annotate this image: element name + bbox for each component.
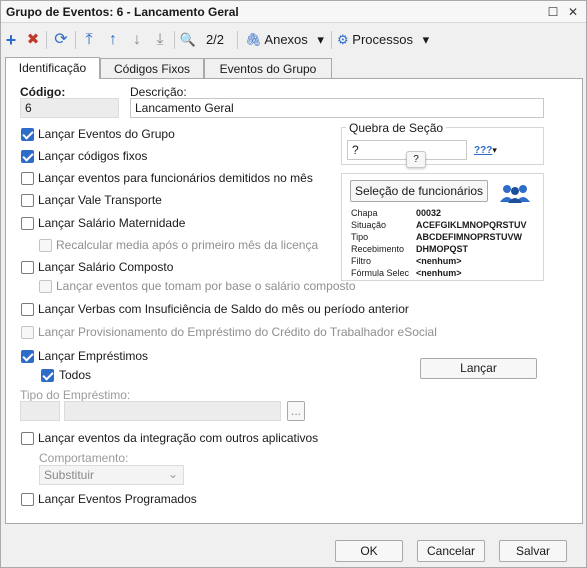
lancar-button[interactable]: Lançar — [420, 358, 537, 379]
tipo-emprestimo-code-field[interactable] — [20, 401, 60, 421]
lancar-integracao-checkbox[interactable] — [21, 432, 34, 445]
selecao-key-situacao: Situação — [351, 220, 387, 230]
tab-codigos-fixos[interactable]: Códigos Fixos — [100, 58, 204, 79]
lancar-demitidos-checkbox[interactable] — [21, 172, 34, 185]
lancar-eventos-grupo-label: Lançar Eventos do Grupo — [38, 127, 175, 141]
gear-icon: ⚙ — [337, 32, 349, 47]
selecao-key-recebimento: Recebimento — [351, 244, 405, 254]
lancar-codigos-fixos-checkbox[interactable] — [21, 150, 34, 163]
selecao-value-situacao: ACEFGIKLMNOPQRSTUV — [416, 220, 527, 230]
lookup-icon: ??? — [474, 145, 493, 156]
paperclip-icon: 🖇 — [245, 32, 262, 47]
todos-label: Todos — [59, 368, 92, 382]
add-icon[interactable]: + — [3, 30, 19, 50]
lancar-programados-label: Lançar Eventos Programados — [38, 492, 197, 506]
chevron-down-icon: ▾ — [422, 32, 430, 47]
toolbar-separator — [46, 31, 47, 49]
anexos-label: Anexos — [264, 32, 308, 47]
window-title: Grupo de Eventos: 6 - Lancamento Geral — [6, 5, 239, 19]
toolbar-separator — [174, 31, 175, 49]
lancar-emprestimos-checkbox[interactable] — [21, 350, 34, 363]
selecao-key-formula: Fórmula Selec — [351, 268, 410, 278]
lancar-emprestimos-label: Lançar Empréstimos — [38, 349, 149, 363]
tipo-emprestimo-label: Tipo do Empréstimo: — [20, 388, 131, 402]
users-group-icon[interactable] — [498, 183, 532, 203]
lancar-eventos-base-checkbox[interactable] — [39, 280, 52, 293]
processos-menu[interactable]: ⚙ Processos ▾ — [337, 30, 437, 50]
lancar-vale-transporte-label: Lançar Vale Transporte — [38, 193, 162, 207]
lancar-salario-composto-checkbox[interactable] — [21, 261, 34, 274]
toolbar: + ✖ ⟳ ⤒ ↑ ↓ ⤓ 🔍 2/2 🖇 Anexos ▾ ⚙ Process… — [1, 27, 586, 53]
selecao-key-chapa: Chapa — [351, 208, 378, 218]
processos-label: Processos — [352, 32, 413, 47]
quebra-secao-tooltip: ? — [406, 151, 426, 168]
tab-identificacao[interactable]: Identificação — [5, 57, 100, 79]
tipo-emprestimo-description-field[interactable] — [64, 401, 281, 421]
comportamento-select[interactable]: Substituir ⌄ — [39, 465, 184, 485]
lancar-salario-maternidade-checkbox[interactable] — [21, 217, 34, 230]
next-record-icon[interactable]: ↓ — [129, 30, 145, 50]
first-record-icon[interactable]: ⤒ — [81, 30, 97, 50]
descricao-label: Descrição: — [130, 85, 187, 99]
lancar-salario-composto-label: Lançar Salário Composto — [38, 260, 174, 274]
chevron-down-icon: ▾ — [317, 32, 324, 47]
cancel-button[interactable]: Cancelar — [417, 540, 485, 562]
comportamento-value: Substituir — [44, 468, 95, 482]
save-button[interactable]: Salvar — [499, 540, 567, 562]
chevron-down-icon: ⌄ — [167, 467, 178, 481]
search-icon[interactable]: 🔍 — [179, 30, 197, 50]
close-icon[interactable]: ✕ — [564, 3, 582, 21]
refresh-icon[interactable]: ⟳ — [52, 30, 70, 50]
codigo-label: Código: — [20, 85, 66, 99]
quebra-secao-title: Quebra de Seção — [346, 121, 447, 135]
title-bar: Grupo de Eventos: 6 - Lancamento Geral ☐… — [1, 1, 586, 23]
lancar-programados-checkbox[interactable] — [21, 493, 34, 506]
lancar-provisionamento-label: Lançar Provisionamento do Empréstimo do … — [38, 325, 437, 339]
lancar-provisionamento-checkbox[interactable] — [21, 326, 34, 339]
previous-record-icon[interactable]: ↑ — [105, 30, 121, 50]
tipo-emprestimo-browse-button[interactable]: ... — [287, 401, 305, 421]
descricao-field[interactable]: Lancamento Geral — [130, 98, 544, 118]
chevron-down-icon: ▾ — [492, 145, 497, 155]
restore-icon[interactable]: ☐ — [544, 3, 562, 21]
ok-button[interactable]: OK — [335, 540, 403, 562]
selecao-key-filtro: Filtro — [351, 256, 371, 266]
selecao-value-formula: <nenhum> — [416, 268, 462, 278]
selecao-key-tipo: Tipo — [351, 232, 369, 242]
lancar-codigos-fixos-label: Lançar códigos fixos — [38, 149, 148, 163]
delete-icon[interactable]: ✖ — [25, 30, 41, 50]
codigo-field[interactable]: 6 — [20, 98, 119, 118]
identificacao-panel: Código: 6 Descrição: Lancamento Geral La… — [5, 78, 583, 524]
quebra-secao-lookup[interactable]: ???▾ — [474, 142, 502, 158]
lancar-integracao-label: Lançar eventos da integração com outros … — [38, 431, 319, 445]
todos-checkbox[interactable] — [41, 369, 54, 382]
lancar-verbas-insuficiencia-label: Lançar Verbas com Insuficiência de Saldo… — [38, 302, 409, 316]
lancar-eventos-base-label: Lançar eventos que tomam por base o salá… — [56, 279, 356, 293]
lancar-salario-maternidade-label: Lançar Salário Maternidade — [38, 216, 186, 230]
lancar-verbas-insuficiencia-checkbox[interactable] — [21, 303, 34, 316]
lancar-eventos-grupo-checkbox[interactable] — [21, 128, 34, 141]
dialog-window: Grupo de Eventos: 6 - Lancamento Geral ☐… — [0, 0, 587, 568]
lancar-vale-transporte-checkbox[interactable] — [21, 194, 34, 207]
selecao-value-chapa: 00032 — [416, 208, 442, 218]
toolbar-separator — [237, 31, 238, 49]
tab-eventos-do-grupo[interactable]: Eventos do Grupo — [204, 58, 332, 79]
comportamento-label: Comportamento: — [39, 451, 129, 465]
dialog-footer: OK Cancelar Salvar — [1, 529, 586, 567]
recalcular-media-label: Recalcular media após o primeiro mês da … — [56, 238, 319, 252]
page-indicator: 2/2 — [205, 32, 225, 47]
selecao-value-filtro: <nenhum> — [416, 256, 462, 266]
lancar-demitidos-label: Lançar eventos para funcionários demitid… — [38, 171, 313, 185]
selecao-value-recebimento: DHMOPQST — [416, 244, 469, 254]
recalcular-media-checkbox[interactable] — [39, 239, 52, 252]
toolbar-separator — [75, 31, 76, 49]
selecao-value-tipo: ABCDEFIMNOPRSTUVW — [416, 232, 522, 242]
last-record-icon[interactable]: ⤓ — [152, 30, 168, 50]
anexos-menu[interactable]: 🖇 Anexos ▾ — [245, 30, 329, 50]
selecao-funcionarios-button[interactable]: Seleção de funcionários — [350, 180, 488, 202]
toolbar-separator — [331, 31, 332, 49]
